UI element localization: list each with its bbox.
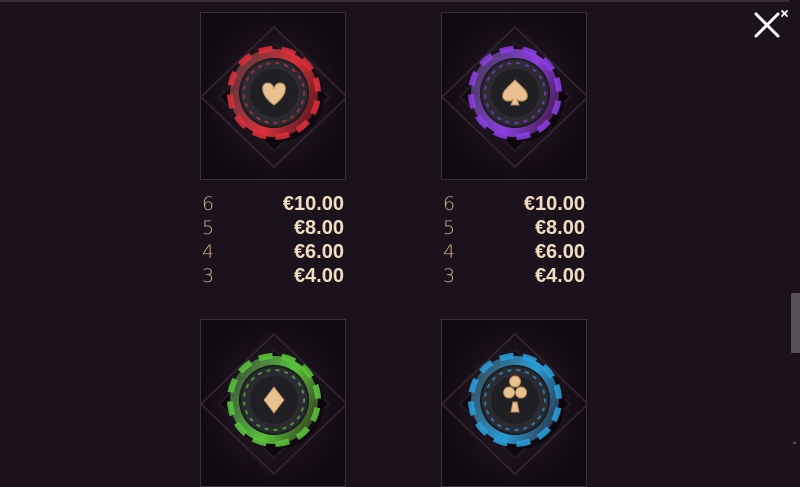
paytable-row: 3 €4.00 xyxy=(441,264,587,288)
payout-amount: €8.00 xyxy=(534,217,585,239)
match-count: 6 xyxy=(202,193,215,215)
paytable-row: 5 €8.00 xyxy=(200,216,346,240)
match-count: 3 xyxy=(443,265,456,287)
match-count: 4 xyxy=(443,241,456,263)
symbol-tile-heart xyxy=(200,12,346,180)
poker-chip-diamond xyxy=(201,320,345,486)
paytable-row: 6 €10.00 xyxy=(200,192,346,216)
symbol-tile-spade xyxy=(441,12,587,180)
paytable-row: 4 €6.00 xyxy=(441,240,587,264)
match-count: 5 xyxy=(443,217,456,239)
paytable-row: 3 €4.00 xyxy=(200,264,346,288)
paytable-row: 4 €6.00 xyxy=(200,240,346,264)
close-button[interactable] xyxy=(752,10,788,42)
poker-chip-club xyxy=(442,320,586,486)
poker-chip-spade xyxy=(442,13,586,179)
scrollbar-track[interactable] xyxy=(789,0,800,449)
match-count: 4 xyxy=(202,241,215,263)
top-border xyxy=(0,0,800,2)
paytable-row: 5 €8.00 xyxy=(441,216,587,240)
payout-amount: €4.00 xyxy=(534,265,585,287)
payout-amount: €8.00 xyxy=(293,217,344,239)
match-count: 6 xyxy=(443,193,456,215)
payout-amount: €6.00 xyxy=(534,241,585,263)
symbol-tile-club xyxy=(441,319,587,487)
close-icon xyxy=(754,10,788,38)
match-count: 5 xyxy=(202,217,215,239)
symbol-tile-diamond xyxy=(200,319,346,487)
match-count: 3 xyxy=(202,265,215,287)
paytable-spade: 6 €10.00 5 €8.00 4 €6.00 3 €4.00 xyxy=(441,192,587,288)
payout-amount: €10.00 xyxy=(282,193,344,215)
scrollbar-thumb[interactable] xyxy=(791,293,800,353)
poker-chip-heart xyxy=(201,13,345,179)
payout-amount: €6.00 xyxy=(293,241,344,263)
paytable-heart: 6 €10.00 5 €8.00 4 €6.00 3 €4.00 xyxy=(200,192,346,288)
paytable-row: 6 €10.00 xyxy=(441,192,587,216)
payout-amount: €4.00 xyxy=(293,265,344,287)
scroll-down-icon[interactable]: ⌄ xyxy=(789,436,800,448)
payout-amount: €10.00 xyxy=(523,193,585,215)
